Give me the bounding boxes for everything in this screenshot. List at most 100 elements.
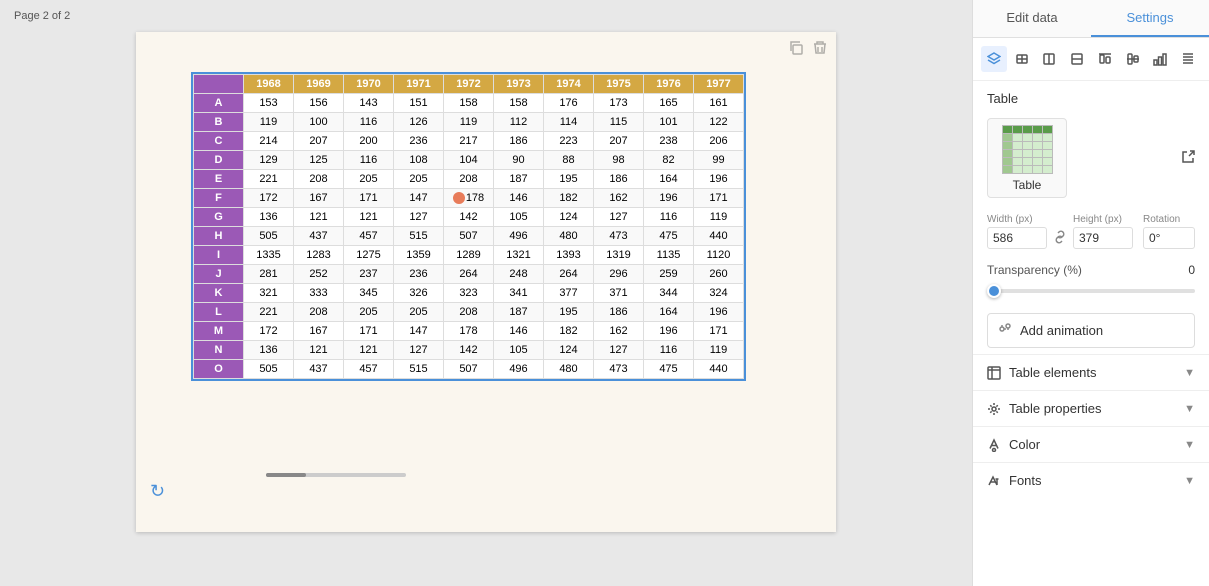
table-cell: 296 [594,265,644,284]
table-cell: 105 [494,208,544,227]
table-cell: 82 [644,151,694,170]
fonts-section: Fonts ▼ [973,462,1209,498]
height-input[interactable] [1073,227,1133,249]
align-center-icon[interactable] [1037,46,1063,72]
table-cell: 195 [544,170,594,189]
export-icon[interactable] [1181,150,1195,167]
layers-icon[interactable] [981,46,1007,72]
table-cell: 217 [444,132,494,151]
table-cell: 371 [594,284,644,303]
table-row: G136121121127142105124127116119 [194,208,744,227]
table-cell: 187 [494,170,544,189]
table-cell: 264 [444,265,494,284]
add-animation-button[interactable]: Add animation [987,313,1195,348]
table-cell: 171 [344,189,394,208]
tab-edit-data[interactable]: Edit data [973,0,1091,37]
table-elements-header[interactable]: Table elements ▼ [973,355,1209,390]
table-elements-chevron: ▼ [1184,367,1195,379]
table-cell: 515 [394,360,444,379]
align-right-icon[interactable] [1064,46,1090,72]
fonts-chevron: ▼ [1184,475,1195,487]
transparency-value: 0 [1188,263,1195,277]
table-cell: 112 [494,113,544,132]
table-cell: 205 [394,303,444,322]
rotation-input[interactable] [1143,227,1195,249]
table-cell: 323 [444,284,494,303]
table-cell: 176 [544,94,594,113]
trash-icon[interactable] [812,40,828,56]
table-cell: 127 [394,208,444,227]
table-cell: 173 [594,94,644,113]
table-cell: 1275 [344,246,394,265]
table-cell: 104 [444,151,494,170]
table-cell: 178 [444,189,494,208]
align-top-icon[interactable] [1092,46,1118,72]
table-cell: 158 [494,94,544,113]
table-cell: 90 [494,151,544,170]
table-cell: 124 [544,341,594,360]
table-cell: 238 [644,132,694,151]
table-cell: 480 [544,227,594,246]
table-cell: 208 [444,303,494,322]
table-preview-area: Table [973,112,1209,208]
table-properties-header[interactable]: Table properties ▼ [973,391,1209,426]
table-row: H505437457515507496480473475440 [194,227,744,246]
fonts-header[interactable]: Fonts ▼ [973,463,1209,498]
table-cell: 248 [494,265,544,284]
table-cell: 196 [694,170,744,189]
table-cell: 114 [544,113,594,132]
table-cell: 186 [594,303,644,322]
table-cell: 162 [594,189,644,208]
table-row: K321333345326323341377371344324 [194,284,744,303]
link-icon[interactable] [1051,230,1069,247]
height-label: Height (px) [1073,214,1133,225]
list-icon[interactable] [1175,46,1201,72]
table-row: J281252237236264248264296259260 [194,265,744,284]
align-middle-icon[interactable] [1120,46,1146,72]
table-cell: 345 [344,284,394,303]
transparency-slider[interactable] [987,283,1195,299]
table-elements-icon [987,366,1001,380]
chart-icon[interactable] [1148,46,1174,72]
table-cell: 505 [244,360,294,379]
color-header[interactable]: Color ▼ [973,427,1209,462]
table-cell: 121 [294,208,344,227]
table-cell: 187 [494,303,544,322]
table-cell: 196 [644,322,694,341]
table-cell: 167 [294,322,344,341]
rotation-label: Rotation [1143,214,1195,225]
table-row: A153156143151158158176173165161 [194,94,744,113]
scroll-bar[interactable] [266,473,406,477]
table-cell: 437 [294,227,344,246]
table-cell: 147 [394,189,444,208]
table-cell: 205 [344,170,394,189]
table-cell: 260 [694,265,744,284]
table-cell: 196 [694,303,744,322]
table-cell: 205 [394,170,444,189]
page-label: Page 2 of 2 [0,0,972,28]
table-cell: 182 [544,322,594,341]
table-cell: 333 [294,284,344,303]
table-cell: 142 [444,341,494,360]
table-cell: 496 [494,360,544,379]
table-cell: 1283 [294,246,344,265]
table-cell: 164 [644,170,694,189]
align-left-icon[interactable] [1009,46,1035,72]
table-cell: 505 [244,227,294,246]
table-cell: 116 [344,151,394,170]
height-group: Height (px) [1073,214,1133,249]
fonts-label: Fonts [1009,473,1042,488]
table-row: L221208205205208187195186164196 [194,303,744,322]
main-canvas: Page 2 of 2 1968196919701971197219731974… [0,0,972,586]
table-cell: 1319 [594,246,644,265]
table-cell: 1393 [544,246,594,265]
table-cell: 126 [394,113,444,132]
table-row: N136121121127142105124127116119 [194,341,744,360]
tab-settings[interactable]: Settings [1091,0,1209,37]
table-cell: 171 [694,189,744,208]
width-input[interactable] [987,227,1047,249]
copy-icon[interactable] [788,40,804,56]
table-cell: 221 [244,170,294,189]
table-row: F172167171147178146182162196171 [194,189,744,208]
slider-thumb[interactable] [987,284,1001,298]
